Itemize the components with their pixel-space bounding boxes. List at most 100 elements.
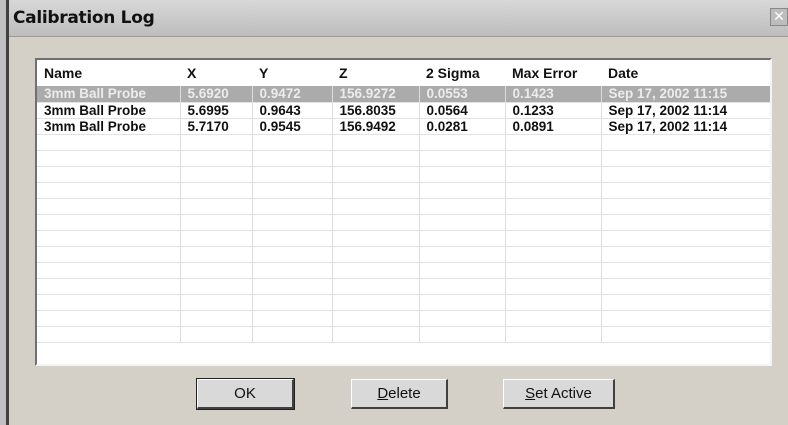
empty-cell [252, 150, 333, 167]
empty-cell [180, 246, 253, 263]
empty-cell [332, 310, 420, 327]
empty-cell [332, 230, 420, 247]
empty-row [37, 182, 770, 199]
empty-cell [252, 134, 333, 151]
empty-row [37, 198, 770, 215]
cell-date: Sep 17, 2002 11:14 [601, 118, 770, 135]
empty-cell [505, 166, 602, 183]
empty-cell [505, 198, 602, 215]
empty-cell [37, 150, 181, 167]
empty-cell [332, 166, 420, 183]
empty-cell [180, 230, 253, 247]
empty-cell [419, 262, 506, 279]
column-header-x[interactable]: X [180, 60, 252, 86]
empty-row [37, 262, 770, 279]
empty-cell [332, 134, 420, 151]
empty-cell [419, 182, 506, 199]
empty-row [37, 134, 770, 151]
empty-cell [419, 326, 506, 343]
cell-date: Sep 17, 2002 11:15 [601, 86, 770, 103]
empty-cell [419, 198, 506, 215]
cell-y: 0.9472 [252, 86, 333, 103]
empty-cell [601, 310, 770, 327]
delete-button[interactable]: Delete [351, 379, 448, 409]
close-icon[interactable]: ✕ [770, 8, 788, 26]
empty-cell [180, 326, 253, 343]
column-header-z[interactable]: Z [332, 60, 419, 86]
empty-cell [37, 230, 181, 247]
title-bar[interactable]: Calibration Log ✕ [9, 0, 788, 37]
cell-z: 156.9272 [332, 86, 420, 103]
empty-cell [252, 166, 333, 183]
empty-cell [180, 310, 253, 327]
empty-row [37, 214, 770, 231]
empty-cell [601, 246, 770, 263]
column-header-y[interactable]: Y [252, 60, 332, 86]
cell-y: 0.9545 [252, 118, 333, 135]
empty-cell [180, 166, 253, 183]
empty-cell [601, 150, 770, 167]
ok-button[interactable]: OK [196, 378, 295, 410]
empty-cell [601, 214, 770, 231]
empty-row [37, 294, 770, 311]
empty-cell [180, 198, 253, 215]
empty-cell [505, 182, 602, 199]
cell-date: Sep 17, 2002 11:14 [601, 102, 770, 119]
empty-cell [180, 134, 253, 151]
empty-row [37, 150, 770, 167]
set-active-mnemonic: S [525, 385, 536, 402]
cell-max-error: 0.0891 [505, 118, 602, 135]
column-header-name[interactable]: Name [37, 60, 180, 86]
table-header: Name X Y Z 2 Sigma Max Error Date [37, 60, 770, 86]
empty-cell [37, 294, 181, 311]
calibration-table: Name X Y Z 2 Sigma Max Error Date 3mm Ba… [37, 60, 770, 343]
empty-cell [601, 166, 770, 183]
empty-cell [37, 278, 181, 295]
empty-cell [419, 230, 506, 247]
empty-cell [252, 310, 333, 327]
empty-cell [505, 262, 602, 279]
column-header-date[interactable]: Date [601, 60, 770, 86]
empty-cell [332, 198, 420, 215]
empty-row [37, 326, 770, 343]
column-header-2-sigma[interactable]: 2 Sigma [419, 60, 505, 86]
empty-cell [505, 326, 602, 343]
cell-x: 5.7170 [180, 118, 253, 135]
empty-cell [419, 214, 506, 231]
empty-cell [505, 310, 602, 327]
cell-name: 3mm Ball Probe [37, 86, 181, 103]
set-active-button-label: et Active [535, 385, 592, 402]
empty-cell [37, 214, 181, 231]
empty-cell [332, 182, 420, 199]
column-header-max-error[interactable]: Max Error [505, 60, 601, 86]
cell-z: 156.9492 [332, 118, 420, 135]
set-active-button[interactable]: Set Active [503, 379, 615, 409]
table-row[interactable]: 3mm Ball Probe 5.7170 0.9545 156.9492 0.0281… [37, 118, 770, 135]
empty-cell [419, 246, 506, 263]
empty-cell [180, 150, 253, 167]
empty-cell [252, 214, 333, 231]
empty-cell [419, 166, 506, 183]
delete-button-label: elete [388, 385, 421, 402]
empty-cell [505, 150, 602, 167]
cell-name: 3mm Ball Probe [37, 102, 181, 119]
empty-cell [332, 246, 420, 263]
empty-cell [180, 182, 253, 199]
empty-cell [601, 198, 770, 215]
empty-cell [37, 166, 181, 183]
cell-max-error: 0.1233 [505, 102, 602, 119]
empty-cell [601, 326, 770, 343]
cell-y: 0.9643 [252, 102, 333, 119]
table-row[interactable]: 3mm Ball Probe 5.6995 0.9643 156.8035 0.0564… [37, 102, 770, 119]
empty-row [37, 230, 770, 247]
empty-cell [419, 294, 506, 311]
empty-cell [601, 182, 770, 199]
empty-cell [332, 278, 420, 295]
empty-cell [601, 262, 770, 279]
empty-cell [37, 198, 181, 215]
empty-row [37, 246, 770, 263]
table-row[interactable]: 3mm Ball Probe 5.6920 0.9472 156.9272 0.0553… [37, 86, 770, 103]
empty-cell [505, 230, 602, 247]
calibration-list[interactable]: Name X Y Z 2 Sigma Max Error Date 3mm Ba… [35, 58, 772, 366]
empty-cell [332, 262, 420, 279]
